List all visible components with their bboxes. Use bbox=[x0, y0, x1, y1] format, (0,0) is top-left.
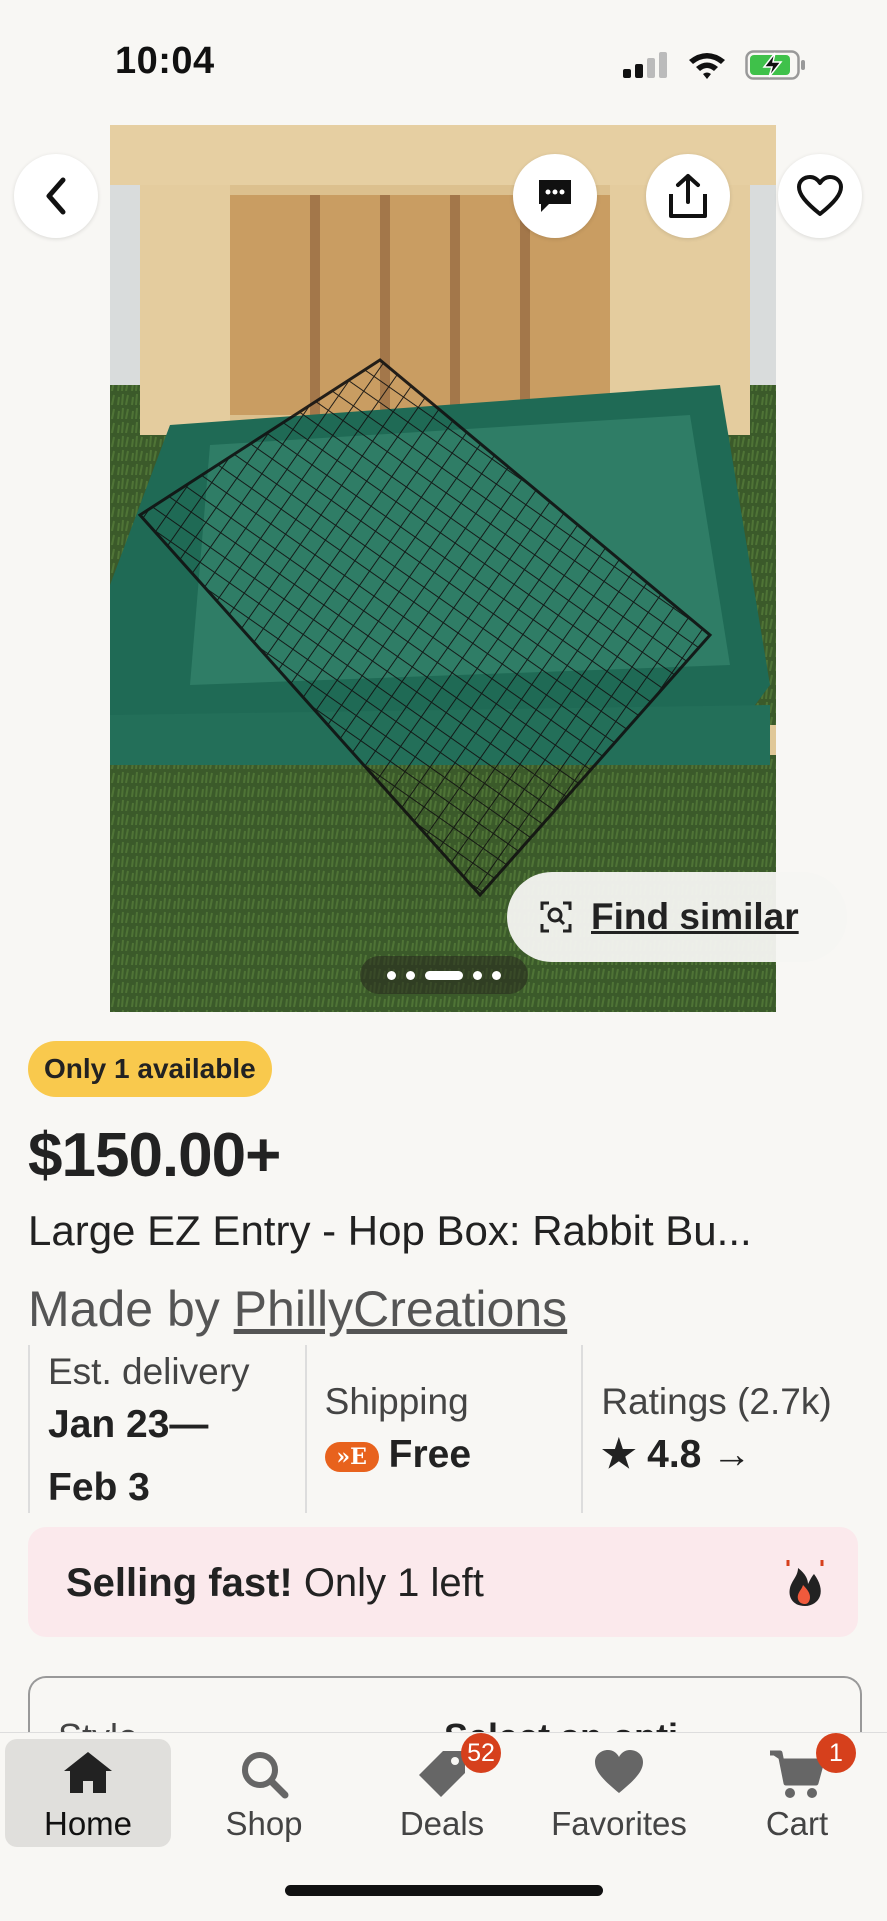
favorite-button[interactable] bbox=[778, 154, 862, 238]
status-icons bbox=[623, 50, 807, 80]
message-button[interactable] bbox=[513, 154, 597, 238]
tab-favorites[interactable]: Favorites bbox=[536, 1739, 702, 1847]
tab-deals-label: Deals bbox=[399, 1805, 485, 1842]
made-by: Made by PhillyCreations bbox=[28, 1280, 567, 1338]
cart-count-badge: 1 bbox=[816, 1733, 856, 1773]
find-similar-button[interactable]: Find similar bbox=[507, 872, 847, 962]
share-button[interactable] bbox=[646, 154, 730, 238]
shop-link[interactable]: PhillyCreations bbox=[234, 1281, 567, 1337]
tab-cart-label: Cart bbox=[765, 1805, 829, 1842]
ratings-label: Ratings (2.7k) bbox=[601, 1381, 832, 1422]
home-icon bbox=[64, 1752, 112, 1793]
delivery-stat: Est. delivery Jan 23— Feb 3 bbox=[28, 1345, 305, 1513]
image-pagination[interactable] bbox=[360, 956, 528, 994]
search-icon bbox=[242, 1752, 289, 1799]
back-button[interactable] bbox=[14, 154, 98, 238]
listing-stats: Est. delivery Jan 23— Feb 3 Shipping »E F… bbox=[28, 1345, 858, 1513]
tab-deals[interactable]: 52 Deals bbox=[359, 1733, 525, 1847]
shipping-stat: Shipping »E Free bbox=[304, 1345, 582, 1513]
deals-count-badge: 52 bbox=[461, 1733, 501, 1773]
shipping-label: Shipping bbox=[324, 1381, 469, 1422]
tab-shop[interactable]: Shop bbox=[181, 1739, 347, 1847]
arrow-right-icon: → bbox=[712, 1433, 752, 1476]
chevron-left-icon bbox=[46, 177, 66, 215]
share-icon bbox=[669, 174, 707, 218]
tab-home-label: Home bbox=[43, 1805, 133, 1842]
price: $150.00+ bbox=[28, 1121, 281, 1190]
free-shipping-badge-icon: »E bbox=[324, 1441, 379, 1472]
cellular-signal-icon bbox=[623, 52, 667, 78]
rating-value: 4.8 bbox=[647, 1433, 702, 1476]
tab-home[interactable]: Home bbox=[5, 1739, 171, 1847]
chat-bubble-icon bbox=[539, 180, 571, 212]
pagination-dot bbox=[492, 970, 501, 980]
delivery-line-2: Feb 3 bbox=[48, 1466, 150, 1509]
selling-fast-rest: Only 1 left bbox=[292, 1561, 484, 1605]
made-by-prefix: Made by bbox=[28, 1281, 234, 1337]
selling-fast-bold: Selling fast! bbox=[66, 1561, 293, 1605]
home-indicator bbox=[285, 1885, 603, 1896]
pagination-dot bbox=[473, 970, 482, 980]
visual-search-icon bbox=[540, 901, 572, 933]
delivery-label: Est. delivery bbox=[48, 1351, 250, 1392]
star-icon: ★ bbox=[601, 1433, 637, 1476]
selling-fast-banner: Selling fast! Only 1 left bbox=[28, 1527, 858, 1637]
listing-title[interactable]: Large EZ Entry - Hop Box: Rabbit Bu... bbox=[28, 1207, 858, 1255]
fire-icon bbox=[786, 1560, 824, 1606]
availability-badge: Only 1 available bbox=[28, 1041, 272, 1097]
tab-cart[interactable]: 1 Cart bbox=[714, 1733, 880, 1847]
ratings-stat[interactable]: Ratings (2.7k) ★ 4.8 → bbox=[581, 1345, 858, 1513]
pagination-dot bbox=[406, 970, 415, 980]
delivery-line-1: Jan 23— bbox=[48, 1403, 209, 1446]
battery-charging-icon bbox=[745, 50, 805, 80]
tab-favorites-label: Favorites bbox=[551, 1805, 687, 1842]
heart-icon bbox=[595, 1750, 643, 1793]
wifi-icon bbox=[689, 53, 725, 79]
status-time: 10:04 bbox=[115, 40, 215, 82]
pagination-dot-active bbox=[425, 970, 463, 980]
status-bar: 10:04 bbox=[0, 0, 887, 125]
shipping-value: Free bbox=[388, 1433, 472, 1476]
find-similar-label: Find similar bbox=[591, 896, 799, 937]
heart-outline-icon bbox=[797, 175, 843, 216]
tab-shop-label: Shop bbox=[225, 1805, 303, 1842]
pagination-dot bbox=[387, 970, 396, 980]
